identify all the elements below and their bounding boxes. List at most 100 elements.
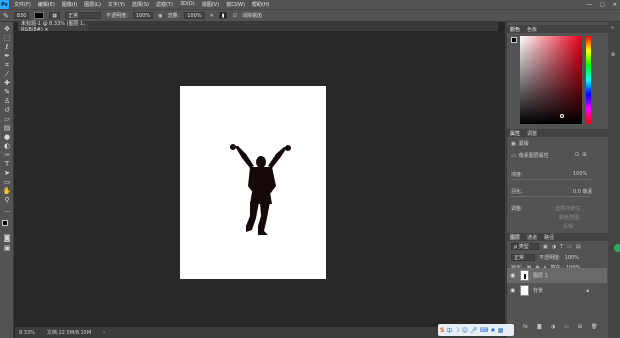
floating-plus-button[interactable]: [614, 244, 620, 252]
tool-preset-icon[interactable]: ✎: [3, 12, 9, 20]
crop-icon[interactable]: ⌗: [2, 61, 12, 69]
pen-icon[interactable]: ✑: [2, 151, 12, 159]
marquee-icon[interactable]: ⬚: [2, 34, 12, 42]
layer-row[interactable]: ◉ 图层 1: [507, 268, 607, 283]
shape-icon[interactable]: ▭: [2, 178, 12, 186]
flow-field[interactable]: 100%: [184, 12, 205, 19]
layer-name[interactable]: 背景: [533, 287, 543, 294]
antialias-checkbox[interactable]: ☑: [232, 13, 236, 19]
layer-style-icon[interactable]: fx: [523, 324, 528, 330]
smoothing-toggle[interactable]: ▮: [218, 12, 228, 19]
mode-select[interactable]: 正常: [65, 12, 102, 19]
menu-window[interactable]: 窗口(W): [226, 1, 245, 8]
stamp-icon[interactable]: ♙: [2, 97, 12, 105]
new-group-icon[interactable]: ▭: [564, 324, 569, 330]
gradient-icon[interactable]: ▤: [2, 124, 12, 132]
healing-icon[interactable]: ✚: [2, 79, 12, 87]
new-layer-icon[interactable]: ⊞: [578, 324, 582, 330]
maximize-button[interactable]: □: [600, 2, 605, 8]
ime-punct-icon[interactable]: ☽: [454, 327, 459, 334]
lasso-icon[interactable]: ℓ: [2, 43, 12, 51]
screen-mode-icon[interactable]: ▣: [2, 244, 12, 252]
zoom-icon[interactable]: ⚲: [2, 196, 12, 204]
hue-slider[interactable]: [586, 36, 591, 124]
menu-filter[interactable]: 滤镜(T): [156, 1, 173, 8]
filter-shape-icon[interactable]: ▭: [567, 244, 572, 250]
delete-layer-icon[interactable]: 🗑︎: [591, 324, 597, 330]
tab-swatches[interactable]: 色板: [527, 26, 537, 33]
foreground-color-swatch[interactable]: [2, 220, 8, 226]
adjust-panel-icon[interactable]: ⚙: [611, 52, 615, 58]
tab-layers[interactable]: 图层: [510, 234, 520, 241]
menu-help[interactable]: 帮助(H): [252, 1, 270, 8]
color-range-button[interactable]: 颜色范围...: [559, 214, 584, 221]
brush-icon[interactable]: ✎: [2, 88, 12, 96]
invert-button[interactable]: 反相: [563, 223, 573, 230]
filter-pixel-icon[interactable]: ▣: [543, 244, 548, 250]
ime-skin-icon[interactable]: ♠: [490, 327, 495, 334]
menu-3d[interactable]: 3D(D): [180, 1, 195, 8]
document-info[interactable]: 文档:22.5M/8.15M: [47, 329, 91, 336]
type-icon[interactable]: T: [2, 160, 12, 168]
density-value-box[interactable]: 100%: [573, 171, 587, 177]
ime-voice-icon[interactable]: 🎤︎: [470, 327, 478, 334]
brush-size-picker[interactable]: 830: [13, 12, 30, 19]
menu-file[interactable]: 文件(F): [14, 1, 31, 8]
quick-select-icon[interactable]: ✒: [2, 52, 12, 60]
new-adjustment-icon[interactable]: ◑: [551, 324, 555, 330]
feather-slider[interactable]: [511, 196, 591, 197]
ime-emoji-icon[interactable]: ☺: [462, 327, 468, 334]
sogou-logo[interactable]: S: [440, 327, 444, 334]
layer-row[interactable]: ◉ 背景 🔒︎: [507, 283, 607, 298]
blur-icon[interactable]: ●: [2, 133, 12, 141]
tab-color[interactable]: 颜色: [510, 26, 520, 33]
menu-select[interactable]: 选择(S): [132, 1, 149, 8]
filter-smart-icon[interactable]: ▤: [576, 244, 581, 250]
menu-edit[interactable]: 编辑(E): [38, 1, 55, 8]
ime-mode-icon[interactable]: 中: [446, 326, 452, 335]
filter-type-icon[interactable]: T: [560, 244, 563, 250]
path-select-icon[interactable]: ➤: [2, 169, 12, 177]
eyedropper-icon[interactable]: ⁄: [2, 70, 12, 78]
quick-mask-icon[interactable]: ◙: [2, 234, 12, 242]
expand-panel-icon[interactable]: »: [611, 25, 614, 31]
move-icon[interactable]: ✥: [2, 25, 12, 33]
airbrush-icon[interactable]: ✈: [210, 13, 214, 19]
color-picker-field[interactable]: [520, 36, 582, 124]
close-button[interactable]: ✕: [613, 2, 617, 8]
more-tools-icon[interactable]: …: [2, 206, 12, 214]
menu-layer[interactable]: 图层(L): [84, 1, 101, 8]
layer-name[interactable]: 图层 1: [533, 272, 548, 279]
menu-type[interactable]: 文字(Y): [108, 1, 125, 8]
density-slider[interactable]: [511, 179, 591, 180]
tab-channels[interactable]: 通道: [527, 234, 537, 241]
document-tab[interactable]: 未标题-1 @ 8.33% (图层 1, RGB/8#) ×: [18, 21, 88, 33]
vector-mask-icon[interactable]: ⊞: [582, 152, 586, 158]
add-mask-icon[interactable]: ◙: [537, 324, 542, 330]
status-arrow-icon[interactable]: ›: [103, 330, 105, 336]
menu-view[interactable]: 视图(V): [202, 1, 219, 8]
zoom-level[interactable]: 8.33%: [19, 330, 35, 336]
tab-properties[interactable]: 属性: [510, 130, 520, 137]
hand-icon[interactable]: ✋: [2, 187, 12, 195]
feather-value-box[interactable]: 0.0 像素: [573, 188, 593, 195]
document-canvas[interactable]: [180, 86, 326, 279]
brush-panel-toggle[interactable]: ▦: [49, 12, 61, 19]
panel-fg-swatch[interactable]: [511, 37, 517, 43]
pressure-opacity-icon[interactable]: ◉: [158, 13, 162, 19]
tab-paths[interactable]: 路径: [544, 234, 554, 241]
ime-settings-icon[interactable]: ▦: [498, 327, 504, 334]
ime-keyboard-icon[interactable]: ⌨: [480, 327, 489, 334]
layer-filter-select[interactable]: ρ 类型: [511, 243, 539, 250]
layer-opacity-value[interactable]: 100%: [565, 255, 579, 261]
visibility-eye-icon[interactable]: ◉: [510, 287, 516, 294]
tab-adjustments[interactable]: 调整: [527, 130, 537, 137]
eraser-icon[interactable]: ▱: [2, 115, 12, 123]
menu-image[interactable]: 图像(I): [62, 1, 77, 8]
filter-adjust-icon[interactable]: ◑: [552, 244, 556, 250]
opacity-field[interactable]: 100%: [132, 12, 154, 19]
dodge-icon[interactable]: ◐: [2, 142, 12, 150]
minimize-button[interactable]: —: [587, 2, 592, 8]
select-and-mask-button[interactable]: 选择并遮住...: [555, 205, 585, 212]
select-mask-icon[interactable]: ⊡: [575, 152, 579, 158]
